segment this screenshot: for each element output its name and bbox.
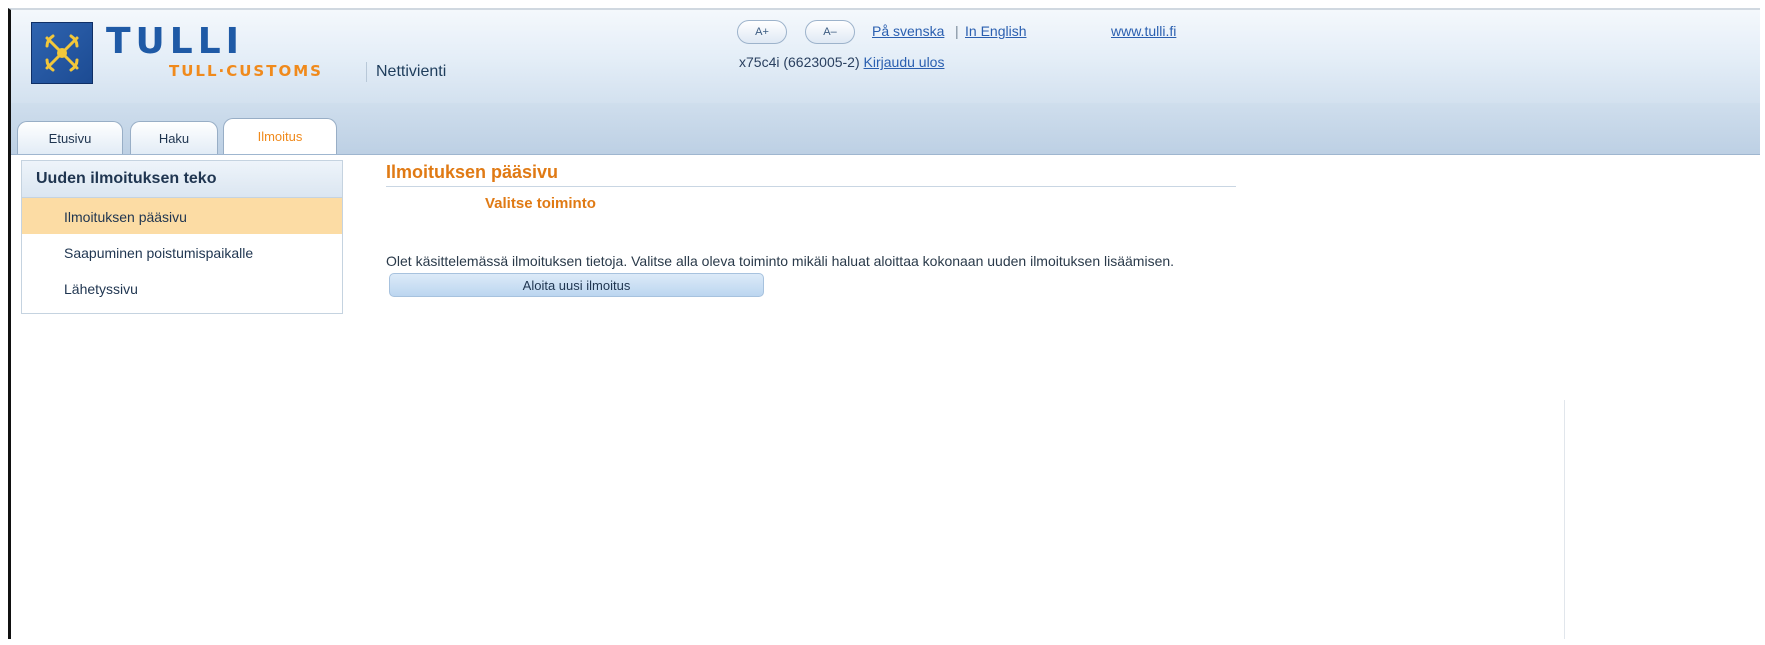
app-name: Nettivienti [376, 63, 447, 80]
website-link[interactable]: www.tulli.fi [1111, 23, 1176, 39]
sidebar-item-arrival[interactable]: Saapuminen poistumispaikalle [22, 234, 342, 270]
tab-ilmoitus[interactable]: Ilmoitus [223, 118, 337, 154]
user-info: x75c4i (6623005-2) Kirjaudu ulos [739, 54, 944, 70]
lang-swedish-link[interactable]: På svenska [872, 23, 944, 39]
sidebar-heading: Uuden ilmoituksen teko [22, 161, 342, 198]
tab-bar: Etusivu Haku Ilmoitus [11, 103, 1760, 155]
sidebar-item-send-page[interactable]: Lähetyssivu [22, 270, 342, 306]
browser-viewport: TULLI TULL·CUSTOMS Nettivienti A+ A– På … [8, 8, 1760, 639]
logo-title: TULLI [106, 21, 245, 62]
font-increase-button[interactable]: A+ [737, 20, 787, 44]
section-subtitle: Valitse toiminto [485, 195, 596, 212]
link-separator: | [955, 23, 959, 39]
tab-etusivu[interactable]: Etusivu [17, 121, 123, 154]
sidebar-item-main-page[interactable]: Ilmoituksen pääsivu [22, 198, 342, 234]
lang-english-link[interactable]: In English [965, 23, 1026, 39]
sidebar: Uuden ilmoituksen teko Ilmoituksen pääsi… [21, 160, 343, 314]
tulli-emblem-icon [31, 22, 93, 84]
info-text: Olet käsittelemässä ilmoituksen tietoja.… [386, 253, 1175, 269]
start-new-declaration-button[interactable]: Aloita uusi ilmoitus [389, 273, 764, 297]
logo-subtitle: TULL·CUSTOMS [169, 62, 323, 80]
title-divider [386, 186, 1236, 187]
logout-link[interactable]: Kirjaudu ulos [864, 54, 945, 70]
tab-haku[interactable]: Haku [130, 121, 218, 154]
font-decrease-button[interactable]: A– [805, 20, 855, 44]
page-title: Ilmoituksen pääsivu [386, 162, 559, 182]
logo-divider [366, 62, 367, 82]
content-edge-divider [1564, 400, 1565, 639]
site-header: TULLI TULL·CUSTOMS Nettivienti A+ A– På … [11, 10, 1760, 103]
user-id: x75c4i (6623005-2) [739, 54, 860, 70]
